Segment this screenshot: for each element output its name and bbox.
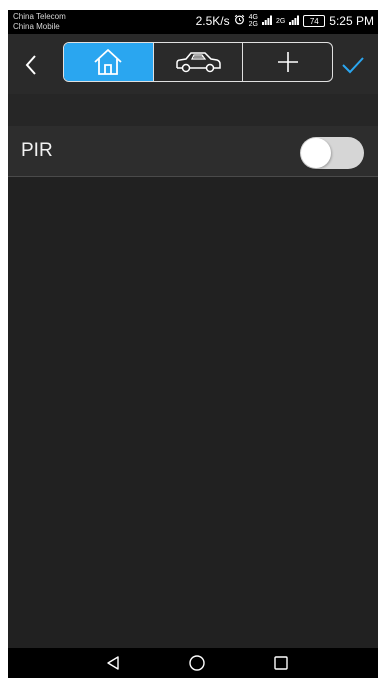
tab-home[interactable] (64, 43, 154, 81)
tab-add[interactable] (243, 43, 332, 81)
triangle-back-icon (107, 656, 119, 670)
status-bar: China Telecom China Mobile 2.5K/s 4G 2G (8, 10, 378, 34)
toggle-knob (301, 138, 331, 168)
carrier-1: China Telecom (13, 12, 66, 21)
network-type-bottom: 2G (248, 21, 258, 28)
setting-row-pir: PIR (8, 126, 378, 177)
battery-icon: 74 (303, 15, 326, 27)
carrier-2: China Mobile (13, 22, 60, 31)
square-recents-icon (274, 656, 288, 670)
car-icon (176, 52, 221, 73)
clock-time: 5:25 PM (329, 14, 374, 28)
setting-label: PIR (21, 140, 53, 161)
plus-icon (277, 52, 298, 72)
tab-car[interactable] (154, 43, 244, 81)
pir-toggle[interactable] (300, 137, 364, 169)
back-button[interactable] (20, 53, 42, 77)
signal-icon-2 (289, 14, 300, 28)
network-type-top: 4G (248, 14, 258, 21)
app-screen: China Telecom China Mobile 2.5K/s 4G 2G (8, 10, 378, 678)
section-header (8, 94, 378, 126)
network-speed: 2.5K/s (195, 14, 230, 28)
carrier-info: China Telecom China Mobile (13, 12, 66, 32)
chevron-left-icon (25, 55, 36, 75)
network-type-2: 2G (275, 17, 286, 25)
network-type-stack: 4G 2G (249, 14, 258, 28)
circle-home-icon (189, 655, 205, 671)
checkmark-icon (342, 57, 364, 74)
top-toolbar (8, 34, 378, 94)
home-icon (94, 49, 122, 75)
nav-back-button[interactable] (104, 654, 122, 672)
battery-level: 74 (309, 16, 319, 26)
status-indicators: 2.5K/s 4G 2G 2G 74 5:25 PM (196, 14, 374, 28)
confirm-button[interactable] (340, 53, 366, 77)
signal-icon-1 (261, 14, 272, 28)
alarm-icon (234, 14, 245, 28)
mode-segmented-control (63, 42, 333, 82)
nav-recents-button[interactable] (272, 654, 290, 672)
system-nav-bar (8, 648, 378, 678)
nav-home-button[interactable] (188, 654, 206, 672)
